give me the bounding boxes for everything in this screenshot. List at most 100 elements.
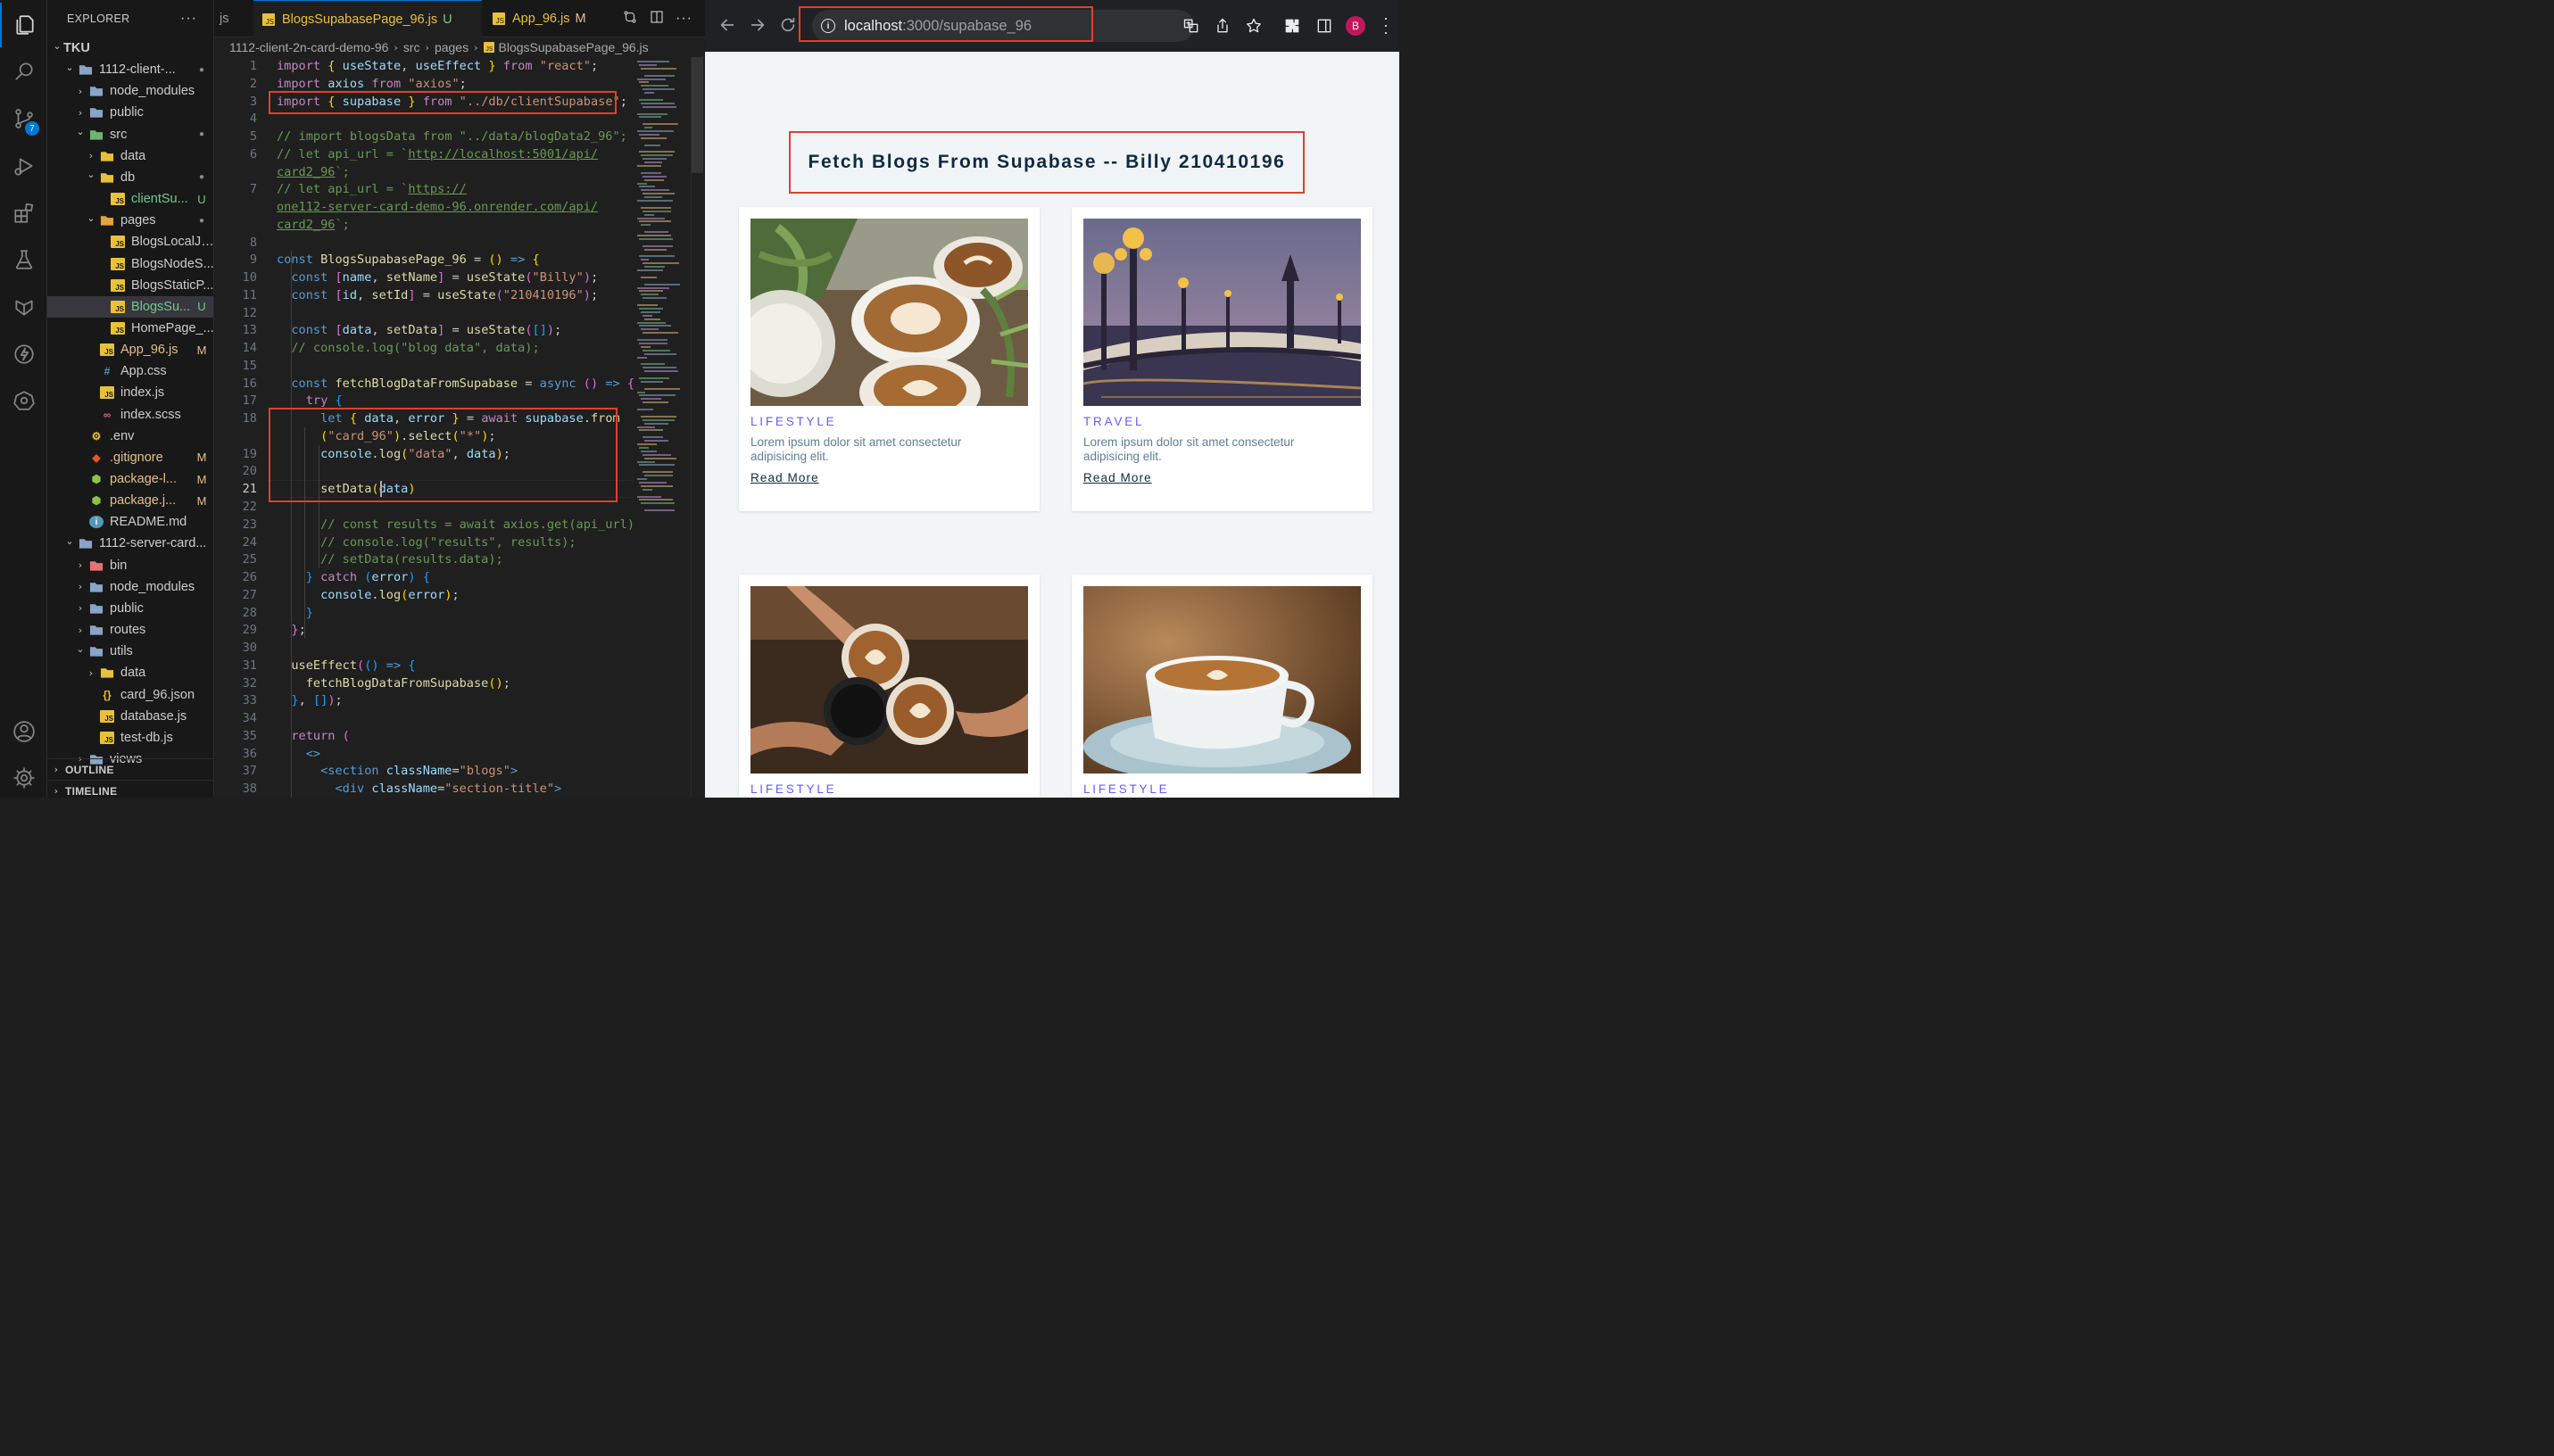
tree-item-label: package-l...: [110, 472, 177, 486]
translate-icon[interactable]: [1182, 17, 1200, 35]
tree-item[interactable]: › data: [47, 662, 213, 683]
tree-item[interactable]: JS clientSu... U: [47, 188, 213, 210]
chrome-menu-icon[interactable]: · · ·: [1381, 10, 1390, 40]
minimap-line: [643, 123, 678, 126]
minimap-line: [643, 349, 670, 352]
account-icon[interactable]: [0, 709, 47, 754]
web-page: Fetch Blogs From Supabase -- Billy 21041…: [705, 52, 1399, 798]
kubernetes-icon[interactable]: [0, 378, 47, 423]
minimap-line: [641, 380, 664, 383]
code-line: }, []);: [291, 693, 343, 708]
outline-section[interactable]: › OUTLINE: [47, 758, 213, 780]
lightning-icon[interactable]: [0, 332, 47, 376]
minimap-line: [639, 116, 662, 119]
tree-item[interactable]: JS BlogsSu... U: [47, 295, 213, 318]
extensions-puzzle-icon[interactable]: [1283, 17, 1301, 35]
tab-blogs-supabase-page[interactable]: JS BlogsSupabasePage_96.js U: [253, 0, 482, 37]
tree-item[interactable]: ⬢ package.j... M: [47, 490, 213, 511]
tree-item-label: utils: [110, 644, 133, 659]
breadcrumb-item[interactable]: BlogsSupabasePage_96.js: [499, 40, 649, 54]
tree-item[interactable]: ⌄ db ●: [47, 167, 213, 188]
editor-scrollbar-thumb[interactable]: [692, 57, 703, 173]
indent-guide: [304, 426, 305, 640]
tree-item[interactable]: › routes: [47, 619, 213, 641]
code-editor[interactable]: 1 import { useState, useEffect } from "re…: [214, 57, 634, 798]
tree-item[interactable]: ⌄ pages ●: [47, 210, 213, 231]
search-icon[interactable]: [0, 49, 47, 94]
settings-gear-icon[interactable]: [0, 756, 47, 798]
timeline-section[interactable]: › TIMELINE: [47, 780, 213, 798]
tree-item[interactable]: ∞ index.scss: [47, 404, 213, 426]
git-status: M: [196, 472, 207, 486]
blog-card: LIFESTYLE: [1072, 575, 1372, 798]
line-number: 30: [242, 641, 257, 656]
tree-item[interactable]: ⌄ 1112-client-... ●: [47, 59, 213, 80]
minimap-line: [643, 401, 668, 404]
tree-item[interactable]: JS test-db.js: [47, 727, 213, 749]
more-actions-icon[interactable]: ···: [676, 11, 692, 27]
tree-item[interactable]: JS index.js: [47, 382, 213, 403]
tree-item[interactable]: › bin: [47, 555, 213, 576]
tree-item[interactable]: {} card_96.json: [47, 684, 213, 706]
tree-item[interactable]: JS BlogsNodeS...: [47, 253, 213, 275]
read-more-link[interactable]: Read More: [1083, 471, 1152, 484]
back-arrow-icon[interactable]: [717, 15, 737, 35]
tree-item[interactable]: ⚙ .env: [47, 426, 213, 447]
tree-item[interactable]: › node_modules: [47, 576, 213, 598]
tree-item[interactable]: ⌄ TKU: [47, 37, 213, 59]
breadcrumb-item[interactable]: 1112-client-2n-card-demo-96: [229, 40, 388, 54]
card-category: LIFESTYLE: [750, 415, 837, 428]
read-more-link[interactable]: Read More: [750, 471, 819, 484]
remote-explorer-icon[interactable]: [0, 285, 47, 329]
testing-icon[interactable]: [0, 237, 47, 282]
tree-item[interactable]: ⌄ utils: [47, 641, 213, 662]
minimap-line: [641, 85, 668, 87]
more-actions-icon[interactable]: ···: [180, 11, 197, 27]
minimap-line: [643, 175, 667, 178]
minimap-line: [644, 370, 678, 373]
site-info-icon[interactable]: i: [821, 19, 835, 33]
minimap-line: [639, 307, 663, 310]
breadcrumb-item[interactable]: src: [403, 40, 420, 54]
tree-item[interactable]: ⌄ src ●: [47, 124, 213, 145]
tree-item[interactable]: ⬢ package-l... M: [47, 468, 213, 490]
tree-item[interactable]: JS BlogsLocalJs...: [47, 231, 213, 252]
js-file-icon: JS: [111, 278, 125, 292]
minimap-line: [639, 290, 663, 293]
tree-item[interactable]: JS BlogsStaticP...: [47, 275, 213, 296]
tree-item[interactable]: › node_modules: [47, 80, 213, 102]
tab-app-96[interactable]: JS App_96.js M: [484, 0, 618, 37]
tree-item[interactable]: › public: [47, 598, 213, 619]
tab-previous[interactable]: js: [211, 0, 250, 37]
share-icon[interactable]: [1214, 17, 1231, 35]
profile-avatar[interactable]: B: [1346, 16, 1365, 36]
tree-item[interactable]: JS HomePage_...: [47, 318, 213, 339]
line-number: 6: [249, 146, 257, 161]
tree-item[interactable]: › public: [47, 102, 213, 123]
tree-item-label: public: [110, 105, 144, 120]
source-control-icon[interactable]: 7: [0, 96, 47, 141]
minimap-line: [643, 297, 667, 300]
tree-item[interactable]: i README.md: [47, 511, 213, 533]
split-editor-icon[interactable]: [649, 9, 665, 29]
address-bar[interactable]: i localhost:3000/supabase_96: [812, 10, 1194, 42]
bookmark-star-icon[interactable]: [1245, 17, 1263, 35]
compare-changes-icon[interactable]: [622, 9, 638, 29]
explorer-icon[interactable]: [0, 3, 47, 47]
tree-item[interactable]: # App.css: [47, 360, 213, 382]
tree-item[interactable]: › data: [47, 145, 213, 167]
line-number: 25: [242, 552, 257, 567]
tree-item[interactable]: ⌄ 1112-server-card...: [47, 533, 213, 554]
breadcrumb-item[interactable]: pages: [435, 40, 469, 54]
tree-item[interactable]: JS App_96.js M: [47, 339, 213, 360]
side-panel-icon[interactable]: [1315, 17, 1333, 35]
forward-arrow-icon[interactable]: [748, 15, 767, 35]
extensions-icon[interactable]: [0, 191, 47, 236]
reload-icon[interactable]: [778, 15, 798, 35]
minimap[interactable]: [634, 57, 691, 521]
tree-item[interactable]: JS database.js: [47, 706, 213, 727]
run-debug-icon[interactable]: [0, 144, 47, 188]
line-number: 35: [242, 728, 257, 743]
tree-item[interactable]: ◆ .gitignore M: [47, 447, 213, 468]
line-number: 14: [242, 341, 257, 356]
